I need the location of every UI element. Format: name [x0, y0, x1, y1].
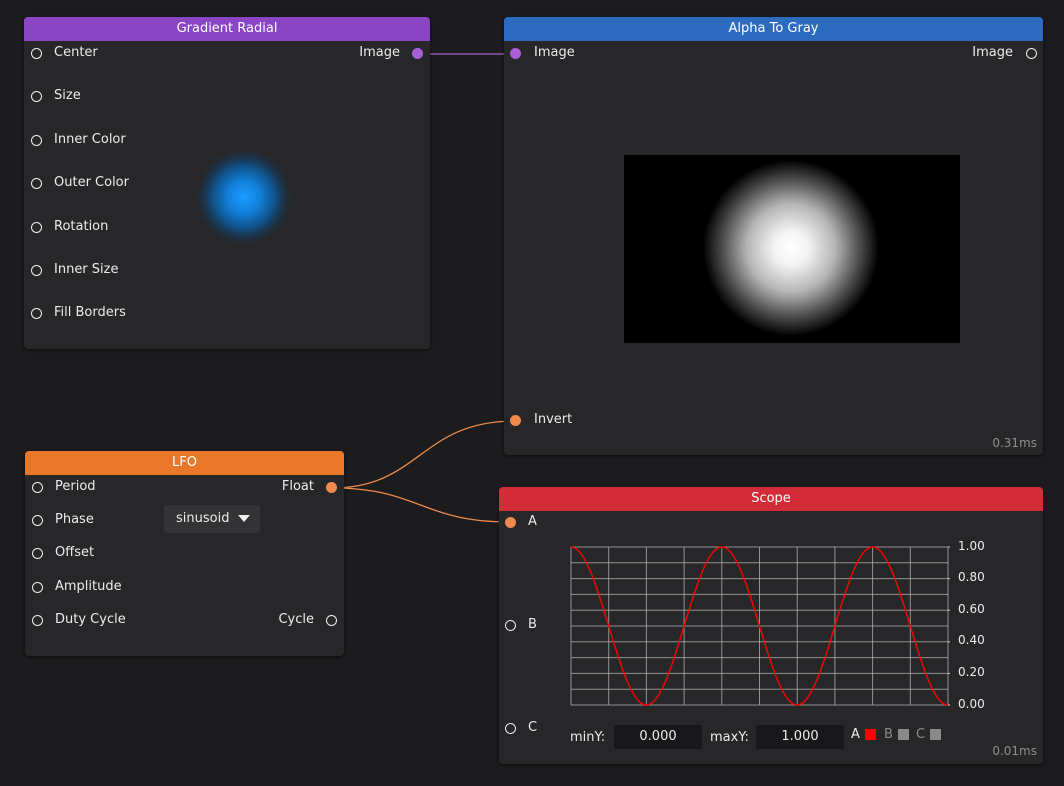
c-input-socket[interactable] — [505, 723, 516, 734]
caret-down-icon — [238, 515, 250, 522]
invert-input-label: Invert — [534, 412, 573, 427]
offset-input-socket[interactable] — [32, 548, 43, 559]
rotation-input-label: Rotation — [54, 219, 109, 234]
wire-float-invert — [331, 420, 516, 489]
y-tick-label: 1.00 — [958, 539, 985, 553]
inner-color-input-socket[interactable] — [31, 135, 42, 146]
rotation-input-socket[interactable] — [31, 222, 42, 233]
node-title[interactable]: Gradient Radial — [24, 17, 430, 41]
node-title[interactable]: Scope — [499, 487, 1043, 511]
y-tick-label: 0.20 — [958, 665, 985, 679]
outer-color-input-label: Outer Color — [54, 175, 129, 190]
center-input-label: Center — [54, 45, 98, 60]
inner-size-input-socket[interactable] — [31, 265, 42, 276]
gradient-radial-node[interactable]: Gradient Radial Center Size Inner Color … — [24, 17, 430, 349]
period-input-socket[interactable] — [32, 482, 43, 493]
scope-node[interactable]: Scope A B C 1.00 0.80 0.60 0.40 0.20 0.0… — [499, 487, 1043, 764]
c-input-label: C — [528, 720, 538, 735]
invert-input-socket[interactable] — [510, 415, 521, 426]
timing-label: 0.31ms — [992, 436, 1037, 450]
size-input-label: Size — [54, 88, 81, 103]
fill-borders-input-socket[interactable] — [31, 308, 42, 319]
period-input-label: Period — [55, 479, 96, 494]
image-output-label: Image — [972, 45, 1013, 60]
node-title[interactable]: Alpha To Gray — [504, 17, 1043, 41]
image-output-label: Image — [359, 45, 400, 60]
amplitude-input-label: Amplitude — [55, 579, 122, 594]
channel-b-label: B — [884, 727, 893, 742]
min-y-label: minY: — [570, 730, 606, 745]
amplitude-input-socket[interactable] — [32, 582, 43, 593]
channel-c-label: C — [916, 727, 926, 742]
y-tick-label: 0.40 — [958, 633, 985, 647]
phase-input-label: Phase — [55, 512, 94, 527]
y-tick-label: 0.80 — [958, 570, 985, 584]
lfo-node[interactable]: LFO Period Phase Offset Amplitude Duty C… — [25, 451, 344, 656]
a-input-label: A — [528, 514, 537, 529]
waveform-dropdown[interactable]: sinusoid — [164, 505, 260, 533]
channel-a-label: A — [851, 727, 860, 742]
offset-input-label: Offset — [55, 545, 95, 560]
image-input-socket[interactable] — [510, 48, 521, 59]
float-output-socket[interactable] — [326, 482, 337, 493]
inner-color-input-label: Inner Color — [54, 132, 126, 147]
b-input-label: B — [528, 617, 537, 632]
size-input-socket[interactable] — [31, 91, 42, 102]
channel-a-swatch[interactable] — [865, 729, 876, 740]
duty-cycle-input-label: Duty Cycle — [55, 612, 126, 627]
b-input-socket[interactable] — [505, 620, 516, 631]
max-y-field[interactable]: 1.000 — [756, 725, 844, 749]
max-y-label: maxY: — [710, 730, 749, 745]
image-output-socket[interactable] — [1026, 48, 1037, 59]
duty-cycle-input-socket[interactable] — [32, 615, 43, 626]
y-tick-label: 0.60 — [958, 602, 985, 616]
channel-c-swatch[interactable] — [930, 729, 941, 740]
outer-color-input-socket[interactable] — [31, 178, 42, 189]
timing-label: 0.01ms — [992, 744, 1037, 758]
min-y-field[interactable]: 0.000 — [614, 725, 702, 749]
cycle-output-label: Cycle — [278, 612, 314, 627]
scope-plot — [570, 546, 950, 706]
image-preview — [624, 155, 960, 343]
float-output-label: Float — [281, 479, 314, 494]
node-title[interactable]: LFO — [25, 451, 344, 475]
waveform-value: sinusoid — [176, 511, 230, 526]
channel-b-swatch[interactable] — [898, 729, 909, 740]
fill-borders-input-label: Fill Borders — [54, 305, 126, 320]
image-output-socket[interactable] — [412, 48, 423, 59]
gradient-preview — [196, 149, 292, 245]
center-input-socket[interactable] — [31, 48, 42, 59]
inner-size-input-label: Inner Size — [54, 262, 119, 277]
y-tick-label: 0.00 — [958, 697, 985, 711]
phase-input-socket[interactable] — [32, 515, 43, 526]
gray-glow — [703, 160, 879, 336]
wire-float-scope — [331, 487, 512, 523]
alpha-to-gray-node[interactable]: Alpha To Gray Image Image Invert 0.31ms — [504, 17, 1043, 455]
cycle-output-socket[interactable] — [326, 615, 337, 626]
a-input-socket[interactable] — [505, 517, 516, 528]
image-input-label: Image — [534, 45, 575, 60]
